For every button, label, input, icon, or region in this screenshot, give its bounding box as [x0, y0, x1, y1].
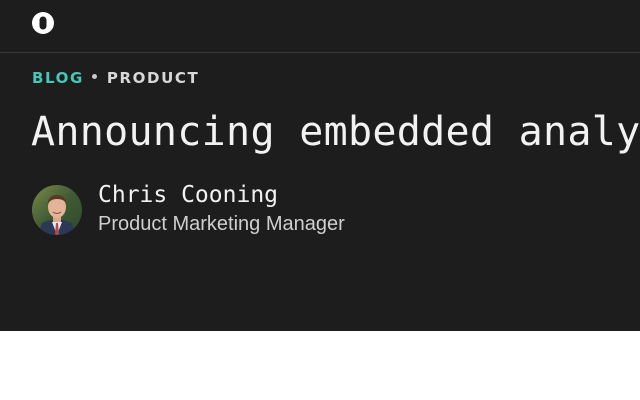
breadcrumb: BLOG PRODUCT	[32, 69, 199, 87]
home-logo-link[interactable]	[31, 11, 55, 35]
breadcrumb-separator-dot	[91, 74, 97, 79]
page: BLOG PRODUCT Announcing embedded analytic…	[0, 0, 640, 400]
author-role: Product Marketing Manager	[98, 213, 345, 235]
article-body	[0, 331, 640, 400]
article-header	[0, 53, 640, 331]
author-avatar	[32, 185, 82, 235]
article-title: Announcing embedded analytics	[31, 109, 640, 155]
circle-ring-logo-icon	[32, 12, 54, 34]
breadcrumb-blog-link[interactable]: BLOG	[32, 69, 84, 87]
breadcrumb-product-link[interactable]: PRODUCT	[107, 69, 199, 87]
author-name: Chris Cooning	[98, 182, 279, 208]
top-navigation-bar	[0, 0, 640, 53]
author-photo	[32, 185, 82, 235]
